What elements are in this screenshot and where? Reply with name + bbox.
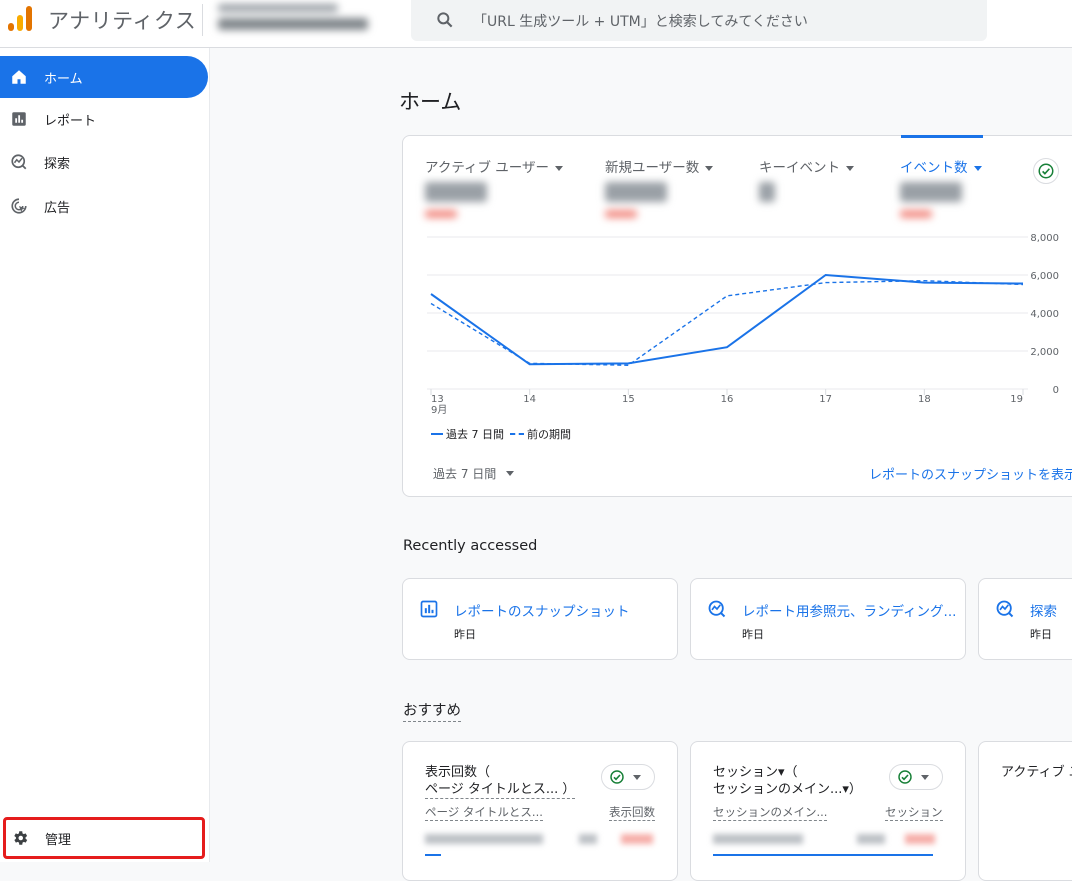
blurred-row <box>713 834 803 844</box>
check-circle-icon <box>898 770 912 784</box>
search-bar[interactable]: 「URL 生成ツール + UTM」と検索してみてください <box>411 0 987 41</box>
y-tick-label: 4,000 <box>1030 309 1059 320</box>
blurred-row <box>905 834 935 844</box>
event-count-chart: 8,000 6,000 4,000 2,000 0 13 14 15 16 17 18 19 9月 <box>427 233 1059 416</box>
bar-chart-icon <box>420 600 438 618</box>
analytics-logo[interactable] <box>8 6 32 32</box>
explore-icon <box>996 600 1014 618</box>
column-header-dimension[interactable]: セッションのメイン... <box>713 804 828 821</box>
chevron-down-icon <box>921 774 929 780</box>
page-title: ホーム <box>399 90 462 114</box>
explore-icon <box>10 153 28 171</box>
sidebar-item-label: 広告 <box>44 200 71 216</box>
x-tick-label: 13 <box>431 394 444 405</box>
insights-dropdown[interactable] <box>601 764 655 790</box>
insights-dropdown[interactable] <box>889 764 943 790</box>
y-tick-label: 6,000 <box>1030 271 1059 282</box>
column-header-dimension[interactable]: ページ タイトルとス... <box>425 804 543 821</box>
legend-swatch-dashed <box>510 433 524 435</box>
advertising-icon <box>10 197 28 215</box>
view-snapshot-link[interactable]: レポートのスナップショットを表示 <box>869 464 1072 483</box>
sidebar-item-reports[interactable]: レポート <box>0 98 208 140</box>
recent-item-title: レポートのスナップショット <box>454 604 630 620</box>
sidebar-item-label: レポート <box>44 113 97 129</box>
recent-section-title: Recently accessed <box>403 538 538 554</box>
admin-label: 管理 <box>45 832 72 848</box>
y-tick-label: 2,000 <box>1030 347 1059 358</box>
sidebar-item-admin[interactable]: 管理 <box>3 817 205 859</box>
recent-item-title: レポート用参照元、ランディング... <box>742 604 957 620</box>
sidebar: ホーム レポート 探索 広告 管理 <box>0 48 210 862</box>
recommended-card-title: アクティブ ユ <box>1001 765 1072 780</box>
x-tick-label: 15 <box>622 394 635 405</box>
recommended-section-title: おすすめ <box>403 699 461 722</box>
legend-previous: 前の期間 <box>527 428 571 441</box>
sidebar-item-home[interactable]: ホーム <box>0 56 208 98</box>
recommended-card: 表示回数（ ページ タイトルとス... ） ページ タイトルとス... 表示回数 <box>402 741 678 881</box>
recent-item-time: 昨日 <box>1030 628 1052 641</box>
x-tick-label: 16 <box>721 394 734 405</box>
check-circle-icon <box>610 770 624 784</box>
home-icon <box>10 68 28 86</box>
date-range-selector[interactable]: 過去 7 日間 <box>433 465 515 482</box>
y-tick-label: 8,000 <box>1030 233 1059 244</box>
header-divider <box>202 4 203 36</box>
row-bar <box>425 854 441 856</box>
x-tick-label: 14 <box>523 394 536 405</box>
x-tick-label: 18 <box>918 394 931 405</box>
chevron-down-icon <box>633 774 641 780</box>
y-tick-label: 0 <box>1053 385 1059 396</box>
gear-icon <box>11 829 29 847</box>
recent-item-time: 昨日 <box>742 628 764 641</box>
row-bar <box>713 854 933 856</box>
series-line-previous <box>430 279 1024 366</box>
sidebar-item-label: 探索 <box>44 156 71 172</box>
overview-card: アクティブ ユーザー 新規ユーザー数 キーイベント イベント数 8,000 6,0… <box>402 135 1072 497</box>
recent-card[interactable]: レポート用参照元、ランディング... 昨日 <box>690 578 966 660</box>
recommended-card: セッション▾（ セッションのメイン...▾） セッションのメイン... セッショ… <box>690 741 966 881</box>
chevron-down-icon <box>506 471 515 476</box>
search-placeholder: 「URL 生成ツール + UTM」と検索してみてください <box>473 14 808 30</box>
recommended-card-title: セッション▾（ セッションのメイン...▾） <box>713 765 862 797</box>
recent-card[interactable]: レポートのスナップショット 昨日 <box>402 578 678 660</box>
chart-legend: 過去 7 日間 前の期間 <box>431 426 571 442</box>
column-header-metric[interactable]: セッション <box>885 804 943 821</box>
explore-icon <box>708 600 726 618</box>
app-title: アナリティクス <box>48 9 197 33</box>
recent-item-title: 探索 <box>1030 604 1057 620</box>
sidebar-item-advertising[interactable]: 広告 <box>0 185 208 227</box>
account-selector[interactable] <box>218 4 378 34</box>
x-tick-label: 19 <box>1010 394 1023 405</box>
top-bar: アナリティクス 「URL 生成ツール + UTM」と検索してみてください <box>0 0 1072 48</box>
search-icon <box>437 12 453 28</box>
x-tick-sublabel: 9月 <box>431 404 447 416</box>
date-range-label: 過去 7 日間 <box>433 467 497 481</box>
blurred-row <box>621 834 653 844</box>
recommended-card-title: 表示回数（ ページ タイトルとス... ） <box>425 765 576 799</box>
recent-item-time: 昨日 <box>454 628 476 641</box>
x-tick-label: 17 <box>819 394 832 405</box>
legend-swatch-solid <box>431 433 443 435</box>
recent-card[interactable]: 探索 昨日 <box>978 578 1072 660</box>
legend-current: 過去 7 日間 <box>446 428 504 441</box>
sidebar-item-explore[interactable]: 探索 <box>0 141 208 183</box>
blurred-row <box>579 834 597 844</box>
sidebar-item-label: ホーム <box>44 71 83 87</box>
column-header-metric[interactable]: 表示回数 <box>609 804 655 821</box>
recommended-card: アクティブ ユ <box>978 741 1072 881</box>
blurred-row <box>425 834 543 844</box>
reports-icon <box>10 110 28 128</box>
blurred-row <box>857 834 885 844</box>
